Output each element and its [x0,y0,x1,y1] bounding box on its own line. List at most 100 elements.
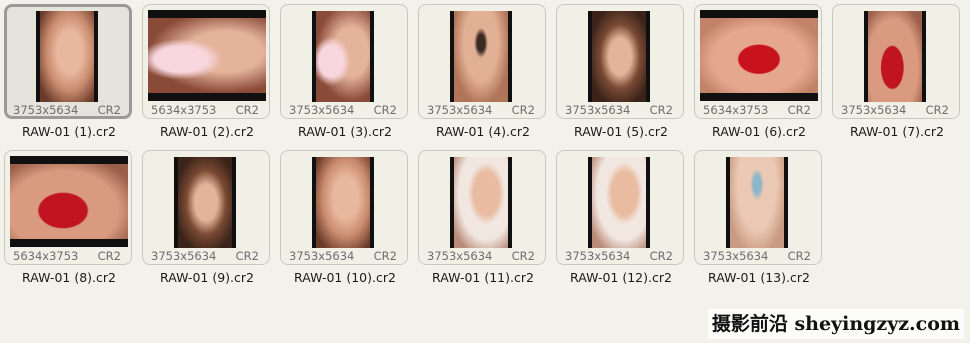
file-type-label: CR2 [787,249,811,263]
file-name[interactable]: RAW-01 (2).cr2 [138,124,276,139]
file-type-label: CR2 [235,249,259,263]
image-dimensions: 3753x5634 [565,103,631,117]
file-name[interactable]: RAW-01 (6).cr2 [690,124,828,139]
image-meta: 3753x5634 CR2 [837,102,955,118]
file-item[interactable]: 3753x5634 CR2 RAW-01 (9).cr2 [138,146,270,292]
photo-preview [10,164,128,239]
photo-preview [592,11,646,102]
image-meta: 5634x3753 CR2 [147,102,265,118]
photo-preview [454,11,508,102]
thumbnail-frame[interactable]: 3753x5634 CR2 [694,150,822,265]
file-thumbnail-grid: 3753x5634 CR2 RAW-01 (1).cr2 5634x3753 CR2 RA… [0,0,970,343]
file-type-label: CR2 [97,249,121,263]
file-type-label: CR2 [787,103,811,117]
image-meta: 3753x5634 CR2 [285,102,403,118]
image-meta: 3753x5634 CR2 [147,248,265,264]
file-type-label: CR2 [511,249,535,263]
thumbnail-frame[interactable]: 3753x5634 CR2 [832,4,960,119]
thumbnail-image [450,157,512,248]
thumbnail-frame[interactable]: 5634x3753 CR2 [4,150,132,265]
image-dimensions: 3753x5634 [427,249,493,263]
photo-preview [316,11,370,102]
photo-preview [868,11,922,102]
photo-preview [316,157,370,248]
file-type-label: CR2 [649,103,673,117]
image-dimensions: 3753x5634 [565,249,631,263]
thumbnail-frame[interactable]: 3753x5634 CR2 [4,4,132,119]
thumbnail-frame[interactable]: 3753x5634 CR2 [556,150,684,265]
file-item[interactable]: 3753x5634 CR2 RAW-01 (10).cr2 [276,146,408,292]
file-name[interactable]: RAW-01 (4).cr2 [414,124,552,139]
thumbnail-image [312,157,374,248]
thumbnail-image [36,11,98,102]
image-meta: 3753x5634 CR2 [423,102,541,118]
image-meta: 5634x3753 CR2 [9,248,127,264]
image-dimensions: 3753x5634 [427,103,493,117]
file-item[interactable]: 5634x3753 CR2 RAW-01 (8).cr2 [0,146,132,292]
thumbnail-image [864,11,926,102]
file-name[interactable]: RAW-01 (13).cr2 [690,270,828,285]
image-meta: 3753x5634 CR2 [285,248,403,264]
file-item[interactable]: 5634x3753 CR2 RAW-01 (2).cr2 [138,0,270,146]
file-name[interactable]: RAW-01 (9).cr2 [138,270,276,285]
image-dimensions: 3753x5634 [13,103,79,117]
photo-preview [730,157,784,248]
file-name[interactable]: RAW-01 (3).cr2 [276,124,414,139]
file-item[interactable]: 3753x5634 CR2 RAW-01 (7).cr2 [828,0,960,146]
image-dimensions: 5634x3753 [13,249,79,263]
file-item[interactable]: 3753x5634 CR2 RAW-01 (4).cr2 [414,0,546,146]
file-name[interactable]: RAW-01 (8).cr2 [0,270,138,285]
file-type-label: CR2 [925,103,949,117]
image-dimensions: 3753x5634 [289,249,355,263]
thumbnail-image [174,157,236,248]
file-item[interactable]: 3753x5634 CR2 RAW-01 (3).cr2 [276,0,408,146]
image-meta: 3753x5634 CR2 [561,102,679,118]
file-item[interactable]: 3753x5634 CR2 RAW-01 (11).cr2 [414,146,546,292]
thumbnail-image [450,11,512,102]
file-item[interactable]: 3753x5634 CR2 RAW-01 (12).cr2 [552,146,684,292]
photo-preview [454,157,508,248]
file-name[interactable]: RAW-01 (12).cr2 [552,270,690,285]
image-dimensions: 3753x5634 [151,249,217,263]
thumbnail-image [148,10,266,101]
file-type-label: CR2 [373,249,397,263]
file-type-label: CR2 [649,249,673,263]
image-dimensions: 5634x3753 [151,103,217,117]
image-dimensions: 3753x5634 [703,249,769,263]
file-name[interactable]: RAW-01 (5).cr2 [552,124,690,139]
file-item[interactable]: 3753x5634 CR2 RAW-01 (5).cr2 [552,0,684,146]
thumbnail-image [726,157,788,248]
image-meta: 3753x5634 CR2 [9,102,127,118]
image-dimensions: 3753x5634 [289,103,355,117]
file-name[interactable]: RAW-01 (11).cr2 [414,270,552,285]
file-item[interactable]: 3753x5634 CR2 RAW-01 (1).cr2 [0,0,132,146]
thumbnail-frame[interactable]: 3753x5634 CR2 [280,4,408,119]
image-meta: 3753x5634 CR2 [561,248,679,264]
file-item[interactable]: 3753x5634 CR2 RAW-01 (13).cr2 [690,146,822,292]
photo-preview [40,11,94,102]
photo-preview [700,18,818,93]
image-dimensions: 3753x5634 [841,103,907,117]
thumbnail-frame[interactable]: 3753x5634 CR2 [142,150,270,265]
file-name[interactable]: RAW-01 (10).cr2 [276,270,414,285]
thumbnail-frame[interactable]: 3753x5634 CR2 [280,150,408,265]
photo-preview [148,18,266,93]
thumbnail-image [588,11,650,102]
site-watermark: 摄影前沿 sheyingzyz.com [707,309,964,339]
thumbnail-image [312,11,374,102]
image-meta: 3753x5634 CR2 [699,248,817,264]
file-item[interactable]: 5634x3753 CR2 RAW-01 (6).cr2 [690,0,822,146]
thumbnail-image [588,157,650,248]
image-meta: 3753x5634 CR2 [423,248,541,264]
image-dimensions: 5634x3753 [703,103,769,117]
thumbnail-image [700,10,818,101]
file-name[interactable]: RAW-01 (1).cr2 [0,124,138,139]
thumbnail-image [10,156,128,247]
thumbnail-frame[interactable]: 3753x5634 CR2 [418,4,546,119]
thumbnail-frame[interactable]: 3753x5634 CR2 [418,150,546,265]
image-meta: 5634x3753 CR2 [699,102,817,118]
thumbnail-frame[interactable]: 5634x3753 CR2 [142,4,270,119]
thumbnail-frame[interactable]: 5634x3753 CR2 [694,4,822,119]
thumbnail-frame[interactable]: 3753x5634 CR2 [556,4,684,119]
file-name[interactable]: RAW-01 (7).cr2 [828,124,966,139]
